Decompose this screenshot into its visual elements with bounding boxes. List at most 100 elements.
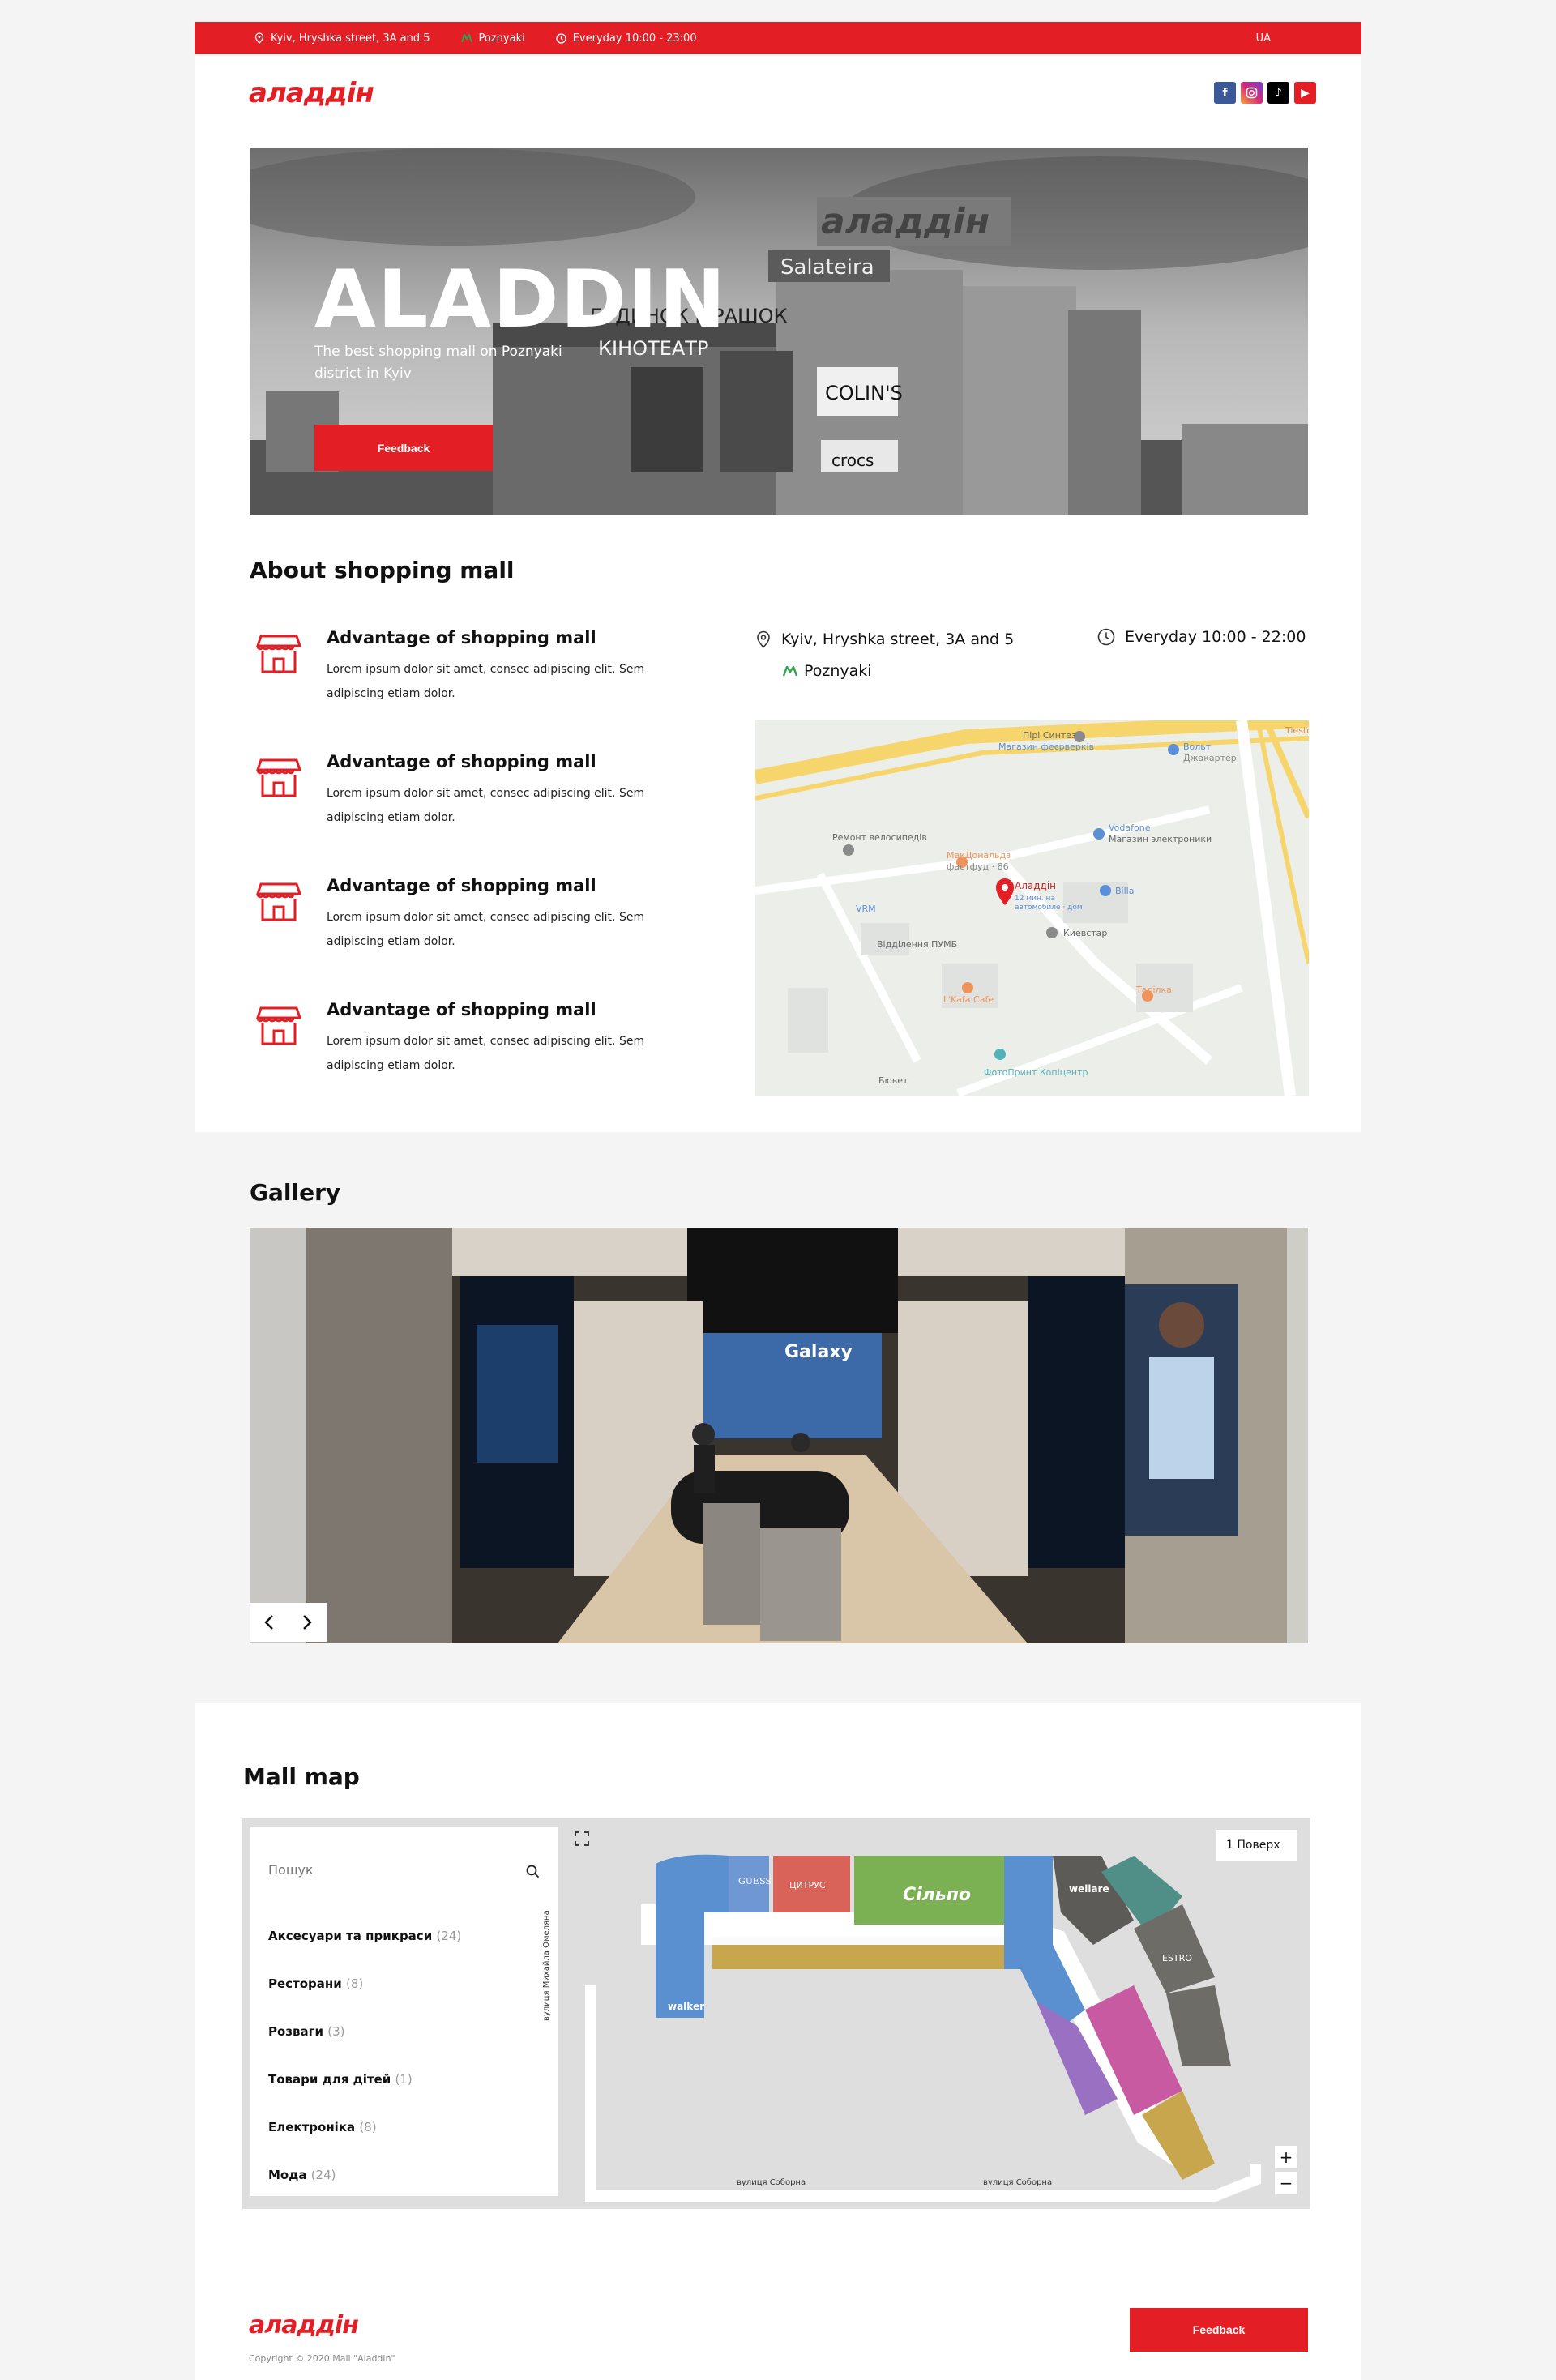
header-logo[interactable]: аладдін [249, 77, 374, 109]
galaxy-screen-text: Galaxy [784, 1342, 853, 1362]
about-section: аладдін f ♪ ▶ Salateira аладдін COLIN'S … [194, 54, 1362, 1132]
about-heading: About shopping mall [250, 557, 515, 583]
advantage-item: Advantage of shopping mall Lorem ipsum d… [250, 752, 703, 841]
metro-icon [783, 665, 797, 676]
svg-text:Киевстар: Киевстар [1063, 928, 1107, 938]
category-item[interactable]: Ресторани (8) [268, 1976, 363, 1991]
store-filter-panel: Аксесуари та прикраси (24) Ресторани (8)… [250, 1827, 558, 2196]
hero-banner: Salateira аладдін COLIN'S crocs БУДИНОК … [250, 148, 1308, 515]
contact-address[interactable]: Kyiv, Hryshka street, 3A and 5 [755, 630, 1014, 648]
clock-icon [556, 32, 566, 44]
clock-icon [1097, 628, 1115, 646]
svg-text:автомобиле · дом: автомобиле · дом [1015, 904, 1083, 912]
svg-text:Salateira: Salateira [780, 255, 874, 280]
store-icon [256, 758, 301, 797]
contact-metro[interactable]: Poznyaki [783, 662, 872, 680]
category-item[interactable]: Товари для дітей (1) [268, 2072, 413, 2087]
mall-map-heading: Mall map [243, 1763, 360, 1790]
store-citrus: ЦИТРУС [789, 1880, 826, 1891]
hero-title: ALADDIN [314, 254, 728, 346]
gallery-section: Gallery Galaxy [194, 1132, 1362, 1703]
tiktok-icon[interactable]: ♪ [1267, 82, 1289, 104]
svg-text:Пірі Синтез: Пірі Синтез [1023, 730, 1076, 741]
topbar-hours: Everyday 10:00 - 23:00 [556, 32, 697, 45]
topbar-metro[interactable]: Poznyaki [460, 32, 525, 45]
search-icon[interactable] [526, 1865, 540, 1878]
svg-text:Магазин феєрверків: Магазин феєрверків [998, 741, 1094, 752]
social-links: f ♪ ▶ [1214, 82, 1316, 104]
svg-text:Ремонт велосипедів: Ремонт велосипедів [832, 832, 927, 843]
chevron-right-icon[interactable] [301, 1614, 313, 1630]
mall-floor-plan[interactable]: Сільпо ЦИТРУС GUESS walker wellare ESTRO [566, 1823, 1296, 2204]
advantage-title: Advantage of shopping mall [327, 752, 596, 771]
category-item[interactable]: Мода (24) [268, 2168, 336, 2182]
store-silpo: Сільпо [903, 1885, 971, 1905]
store-search-input[interactable] [268, 1862, 511, 1878]
mall-map-section: Mall map Аксесуари та прикраси (24) Рест… [194, 1703, 1362, 2380]
street-label: вулиця Соборна [737, 2178, 806, 2187]
svg-text:Магазин электроники: Магазин электроники [1109, 834, 1212, 844]
store-icon [256, 635, 301, 673]
footer-logo[interactable]: аладдін [249, 2311, 359, 2339]
instagram-icon[interactable] [1241, 82, 1263, 104]
top-bar: Kyiv, Hryshka street, 3A and 5 Poznyaki … [194, 22, 1362, 54]
svg-text:Тарілка: Тарілка [1135, 985, 1172, 995]
location-pin-icon [254, 32, 264, 44]
topbar-address[interactable]: Kyiv, Hryshka street, 3A and 5 [254, 32, 430, 45]
location-pin-icon [757, 630, 770, 648]
language-switch[interactable]: UA [1256, 32, 1271, 45]
contact-address-text: Kyiv, Hryshka street, 3A and 5 [781, 630, 1015, 648]
store-icon [256, 1006, 301, 1045]
facebook-icon[interactable]: f [1214, 82, 1236, 104]
advantage-item: Advantage of shopping mall Lorem ipsum d… [250, 1000, 703, 1089]
advantage-text: Lorem ipsum dolor sit amet, consec adipi… [327, 663, 645, 700]
store-estro: ESTRO [1162, 1953, 1192, 1963]
hero-feedback-button[interactable]: Feedback [314, 425, 493, 471]
category-item[interactable]: Аксесуари та прикраси (24) [268, 1929, 461, 1943]
category-item[interactable]: Електроніка (8) [268, 2120, 377, 2134]
street-label: вулиця Соборна [983, 2178, 1053, 2187]
svg-text:ФотоПринт Копіцентр: ФотоПринт Копіцентр [984, 1067, 1088, 1078]
location-map[interactable]: Аладдін 12 мин. на автомобиле · дом Ремо… [755, 720, 1309, 1096]
advantage-text: Lorem ipsum dolor sit amet, consec adipi… [327, 787, 645, 824]
advantage-text: Lorem ipsum dolor sit amet, consec adipi… [327, 1035, 645, 1072]
advantage-title: Advantage of shopping mall [327, 876, 596, 895]
svg-text:Відділення ПУМБ: Відділення ПУМБ [877, 939, 957, 950]
footer-feedback-button[interactable]: Feedback [1130, 2308, 1308, 2352]
store-wellare: wellare [1069, 1883, 1109, 1895]
gallery-heading: Gallery [250, 1179, 341, 1206]
topbar-metro-text: Poznyaki [478, 32, 525, 45]
gallery-nav [250, 1603, 327, 1642]
svg-text:12 мин. на: 12 мин. на [1015, 895, 1055, 903]
metro-icon [460, 33, 472, 42]
mall-map-widget: Аксесуари та прикраси (24) Ресторани (8)… [242, 1818, 1310, 2209]
svg-text:L'Kafa Cafe: L'Kafa Cafe [943, 994, 994, 1005]
youtube-icon[interactable]: ▶ [1294, 82, 1316, 104]
svg-text:Billa: Billa [1115, 886, 1134, 896]
svg-text:фастфуд · 86: фастфуд · 86 [947, 861, 1009, 872]
svg-text:Tiesto: Tiesto [1285, 725, 1309, 736]
advantage-text: Lorem ipsum dolor sit amet, consec adipi… [327, 911, 645, 948]
svg-text:Джакартер: Джакартер [1183, 753, 1237, 763]
zoom-in-button[interactable]: + [1275, 2146, 1297, 2168]
contact-hours-text: Everyday 10:00 - 22:00 [1125, 628, 1306, 646]
svg-text:crocs: crocs [831, 451, 874, 470]
svg-text:Вольт: Вольт [1183, 741, 1212, 752]
advantage-item: Advantage of shopping mall Lorem ipsum d… [250, 628, 703, 717]
svg-text:VRM: VRM [856, 904, 876, 914]
store-walker: walker [668, 2001, 704, 2012]
svg-text:аладдін: аладдін [821, 201, 990, 242]
contact-metro-text: Poznyaki [804, 662, 872, 680]
category-item[interactable]: Розваги (3) [268, 2024, 344, 2039]
advantage-title: Advantage of shopping mall [327, 1000, 596, 1019]
floor-selector[interactable]: 1 Поверх [1216, 1830, 1297, 1861]
svg-text:МакДональдз: МакДональдз [947, 850, 1011, 861]
zoom-out-button[interactable]: − [1275, 2172, 1297, 2194]
svg-text:Аладдін: Аладдін [1015, 880, 1056, 891]
advantage-title: Advantage of shopping mall [327, 628, 596, 647]
map-image: Аладдін 12 мин. на автомобиле · дом Ремо… [755, 720, 1309, 1096]
gallery-photo-image: Galaxy [250, 1228, 1308, 1643]
chevron-left-icon[interactable] [263, 1614, 275, 1630]
gallery-slide[interactable]: Galaxy [250, 1228, 1308, 1643]
svg-text:COLIN'S: COLIN'S [825, 382, 903, 404]
